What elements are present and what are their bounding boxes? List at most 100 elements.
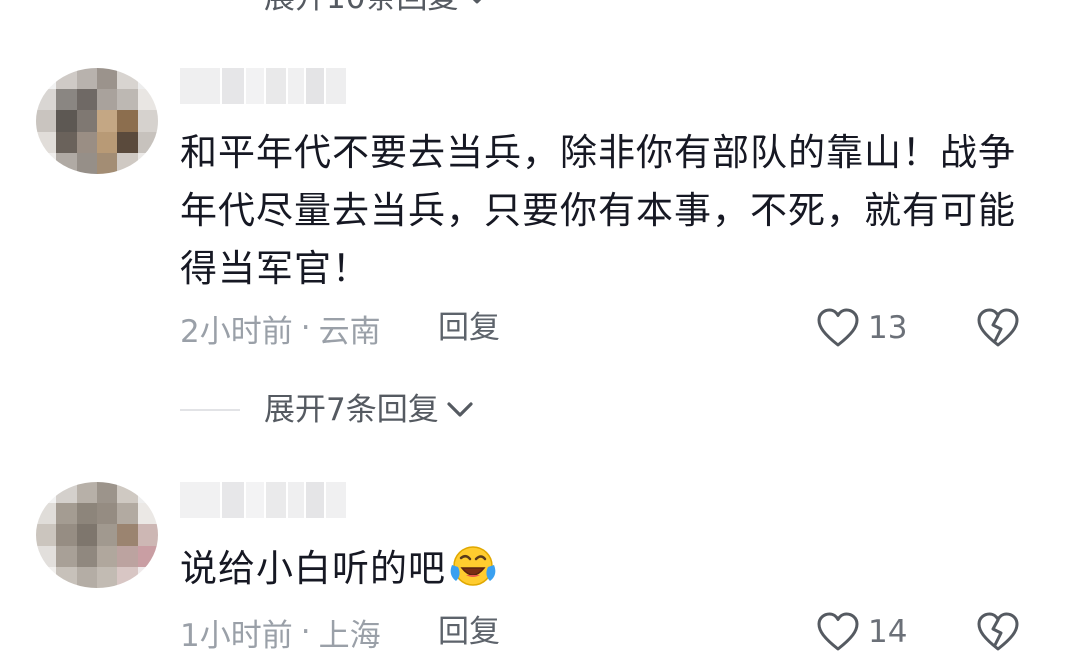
avatar-mosaic-tile (56, 524, 77, 546)
username-mosaic-tile (180, 482, 220, 518)
meta-separator: · (300, 310, 311, 346)
like-count: 13 (868, 310, 908, 346)
comment-meta: 2小时前 · 云南 (180, 308, 381, 350)
heart-icon (817, 308, 859, 347)
avatar-mosaic-tile (137, 566, 158, 588)
avatar-mosaic-tile (117, 68, 138, 90)
avatar-mosaic-tile (76, 89, 97, 111)
reply-button[interactable]: 回复 (438, 308, 500, 348)
expand-replies-row-top[interactable]: 展开10条回复 (264, 0, 488, 16)
avatar-mosaic-tile (117, 545, 138, 567)
expand-replies-label: 展开7条回复 (264, 392, 439, 428)
comment-text-content: 说给小白听的吧 (180, 547, 446, 590)
comment-text: 和平年代不要去当兵，除非你有部队的靠山！战争年代尽量去当兵，只要你有本事，不死，… (180, 131, 1016, 290)
avatar-mosaic-tile (56, 152, 77, 174)
avatar-mosaic-tile (97, 524, 118, 546)
avatar-mosaic-tile (36, 524, 57, 546)
avatar-mosaic-tile (137, 545, 158, 567)
avatar-mosaic-tile (36, 152, 57, 174)
avatar-mosaic-tile (56, 89, 77, 111)
username-mosaic-tile (222, 68, 244, 104)
comment-time: 2小时前 (180, 313, 293, 350)
username[interactable] (180, 482, 346, 518)
avatar-mosaic-tile (56, 545, 77, 567)
comment-text: 说给小白听的吧 (180, 540, 1040, 606)
avatar-mosaic-tile (97, 482, 118, 504)
username-mosaic-tile (288, 68, 304, 104)
avatar-mosaic-tile (36, 110, 57, 132)
comment-location: 云南 (318, 313, 381, 350)
avatar-mosaic-tile (117, 89, 138, 111)
username-mosaic-tile (306, 68, 324, 104)
username-mosaic-tile (288, 482, 304, 518)
avatar-mosaic-tile (36, 89, 57, 111)
avatar-mosaic-tile (97, 89, 118, 111)
username-mosaic-tile (266, 482, 286, 518)
avatar-mosaic-tile (76, 566, 97, 588)
avatar-mosaic-tile (97, 545, 118, 567)
expand-replies-label: 展开10条回复 (264, 0, 458, 16)
avatar-mosaic-tile (36, 68, 57, 90)
avatar-mosaic-tile (36, 545, 57, 567)
avatar-mosaic-tile (56, 68, 77, 90)
username[interactable] (180, 68, 346, 104)
avatar-mosaic-tile (76, 524, 97, 546)
avatar-mosaic-tile (117, 131, 138, 153)
username-mosaic-tile (326, 482, 346, 518)
like-button[interactable]: 14 (816, 610, 907, 654)
avatar-mosaic-tile (76, 545, 97, 567)
chevron-down-icon (473, 0, 482, 4)
avatar-mosaic-tile (97, 131, 118, 153)
avatar-mosaic-tile (117, 482, 138, 504)
meta-separator: · (300, 614, 311, 650)
username-mosaic-tile (266, 68, 286, 104)
comment-time: 1小时前 (180, 617, 293, 654)
avatar-mosaic-tile (56, 482, 77, 504)
avatar[interactable] (36, 482, 158, 588)
avatar-mosaic-tile (117, 524, 138, 546)
comment-location: 上海 (318, 617, 381, 654)
comment-meta: 1小时前 · 上海 (180, 612, 381, 654)
avatar-mosaic-tile (137, 89, 158, 111)
avatar-mosaic-tile (137, 524, 158, 546)
avatar-mosaic-tile (137, 131, 158, 153)
avatar-mosaic-tile (117, 566, 138, 588)
divider-line (180, 409, 240, 411)
avatar-mosaic-tile (76, 110, 97, 132)
avatar-mosaic-tile (36, 566, 57, 588)
broken-heart-icon (977, 308, 1019, 347)
username-mosaic-tile (246, 68, 264, 104)
avatar-mosaic-tile (97, 110, 118, 132)
avatar-mosaic-tile (97, 152, 118, 174)
avatar-mosaic-tile (137, 503, 158, 525)
dislike-button[interactable] (976, 306, 1020, 350)
avatar-mosaic-tile (76, 482, 97, 504)
avatar-mosaic-tile (137, 110, 158, 132)
avatar-mosaic-tile (137, 68, 158, 90)
avatar-mosaic-tile (76, 152, 97, 174)
comment-list: 展开10条回复 和平年代不要去当兵，除非你有部队的靠山！战争年代尽量去当兵，只要… (0, 0, 1080, 668)
avatar-mosaic-tile (36, 131, 57, 153)
avatar-mosaic-tile (56, 566, 77, 588)
heart-icon (817, 612, 859, 651)
avatar-mosaic-tile (56, 131, 77, 153)
username-mosaic-tile (180, 68, 220, 104)
avatar-mosaic-tile (76, 131, 97, 153)
broken-heart-icon (977, 612, 1019, 651)
reply-button[interactable]: 回复 (438, 612, 500, 652)
username-mosaic-tile (306, 482, 324, 518)
avatar-mosaic-tile (97, 503, 118, 525)
avatar-mosaic-tile (137, 152, 158, 174)
avatar-mosaic-tile (36, 503, 57, 525)
avatar-mosaic-tile (56, 110, 77, 132)
avatar-mosaic-tile (117, 503, 138, 525)
dislike-button[interactable] (976, 610, 1020, 654)
avatar-mosaic-tile (117, 152, 138, 174)
expand-replies-row[interactable]: 展开7条回复 (180, 390, 473, 430)
avatar[interactable] (36, 68, 158, 174)
like-count: 14 (868, 614, 908, 650)
like-button[interactable]: 13 (816, 306, 907, 350)
avatar-mosaic-tile (36, 482, 57, 504)
username-mosaic-tile (246, 482, 264, 518)
username-mosaic-tile (222, 482, 244, 518)
